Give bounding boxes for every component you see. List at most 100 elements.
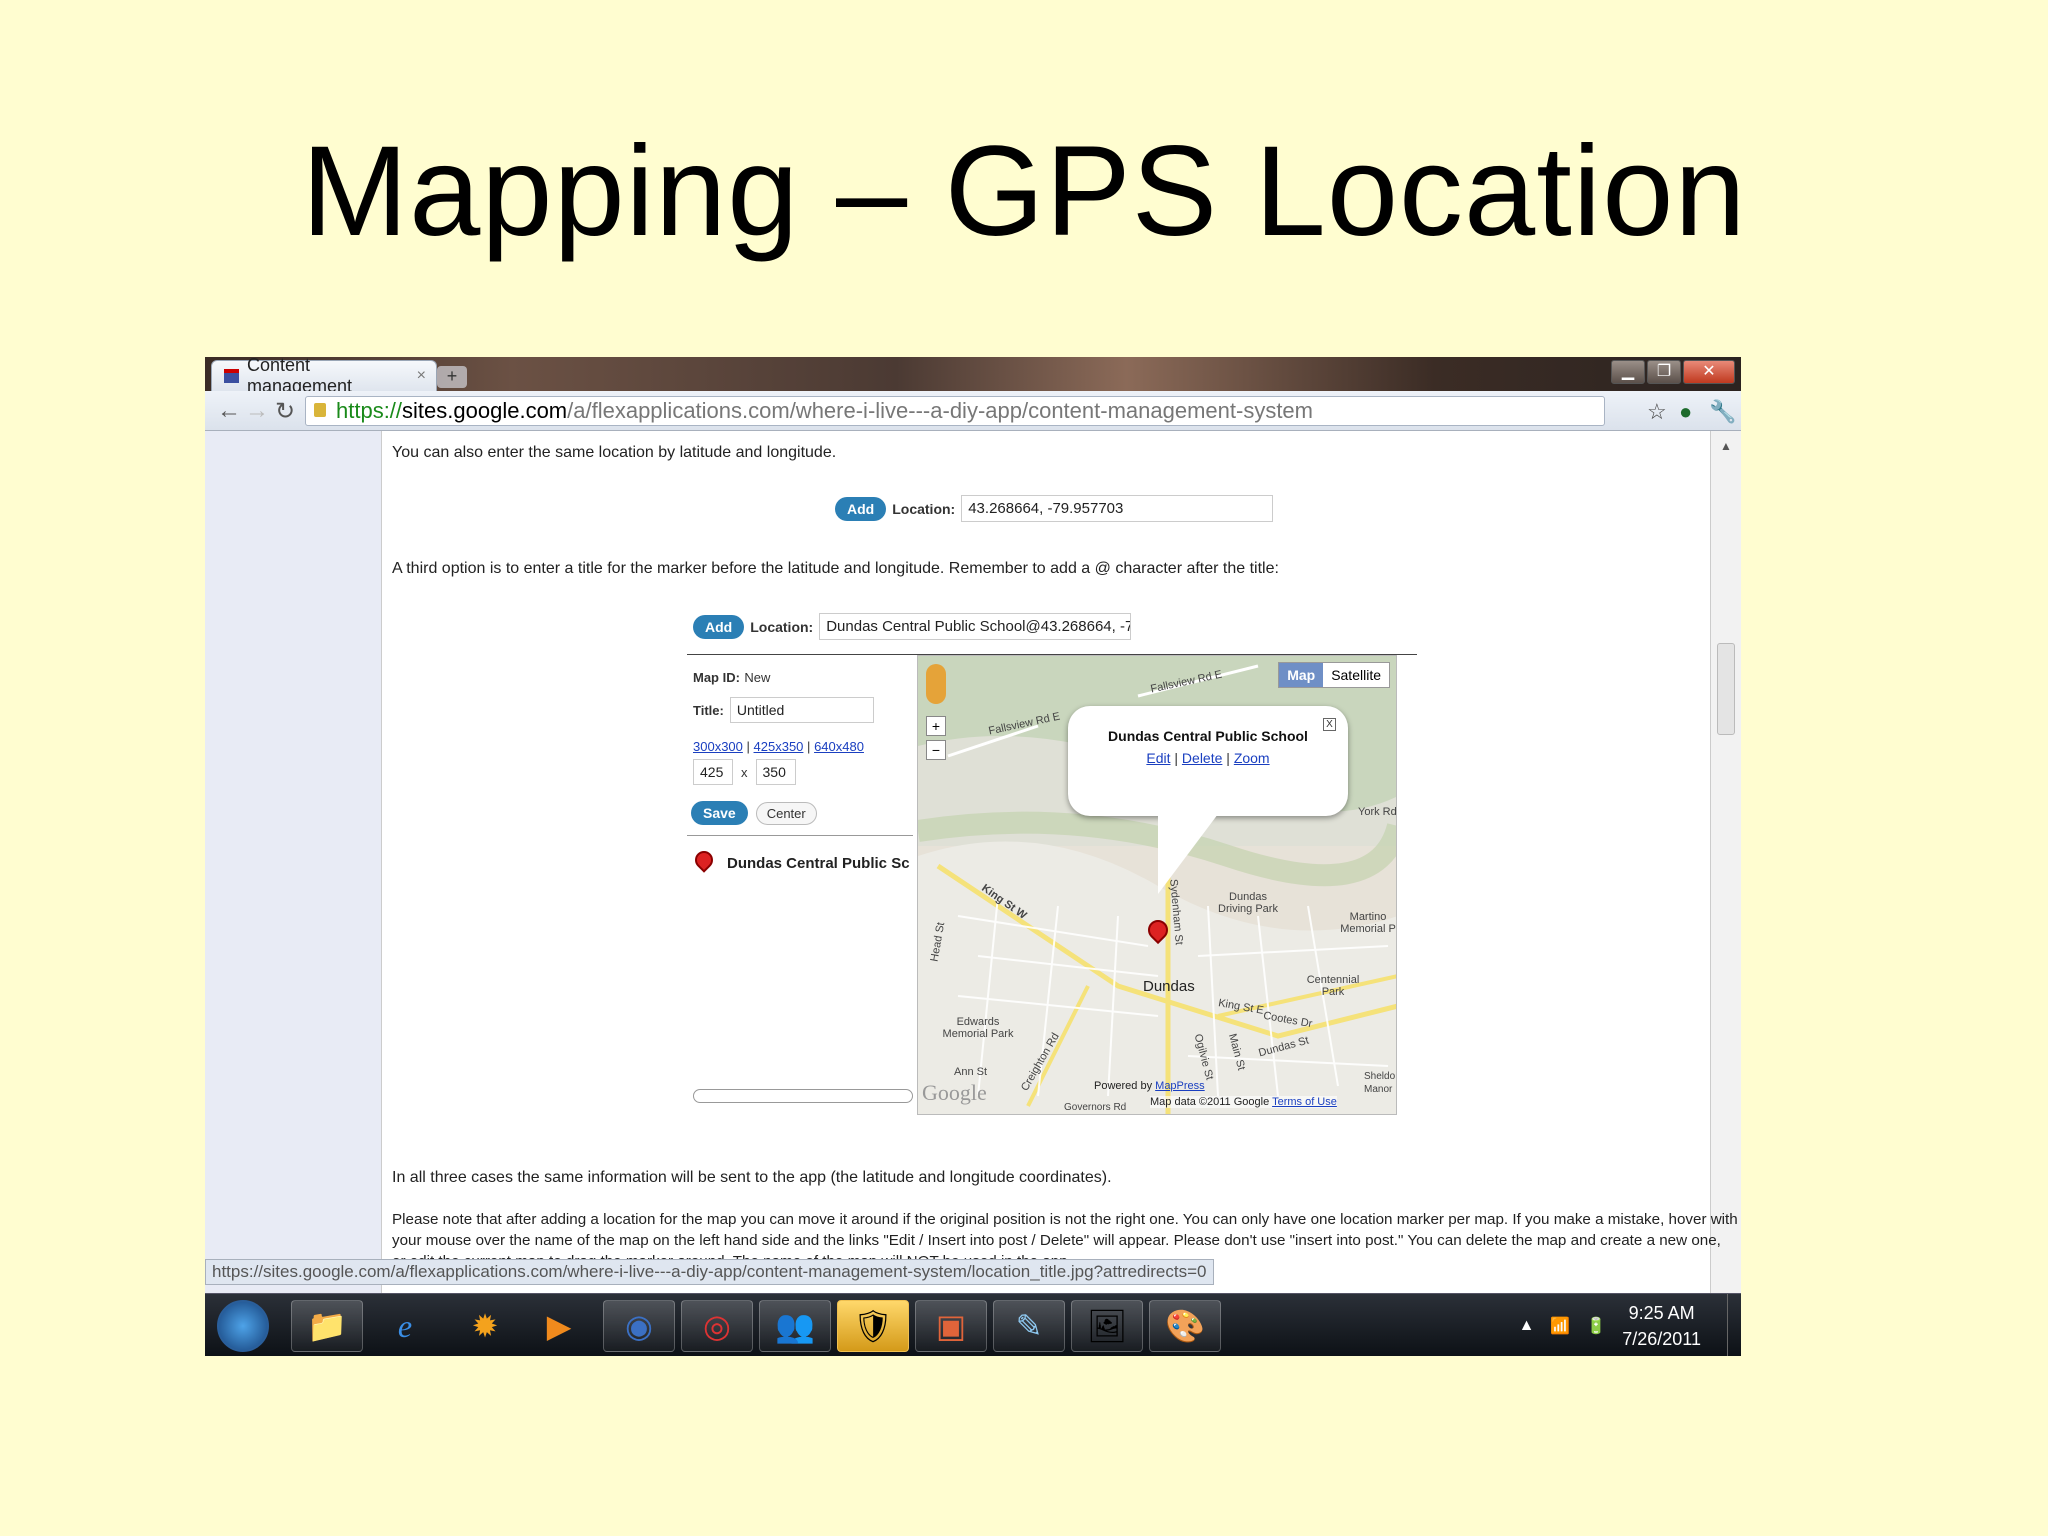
picture-viewer-icon[interactable]: 🖼	[1071, 1300, 1143, 1352]
slide-title: Mapping – GPS Location	[301, 120, 1747, 263]
separator: |	[1226, 750, 1230, 766]
map-label: Manor	[1364, 1084, 1393, 1095]
save-button[interactable]: Save	[691, 801, 748, 825]
show-desktop-button[interactable]	[1727, 1294, 1741, 1356]
tab-strip: Content management × + ▁ ❐ ✕	[205, 357, 1741, 396]
explorer-icon[interactable]: 📁	[291, 1300, 363, 1352]
marker-list-item[interactable]: Dundas Central Public Sc	[727, 855, 910, 872]
url-host: sites.google.com	[402, 398, 568, 423]
width-input[interactable]: 425	[693, 759, 733, 785]
center-button[interactable]: Center	[755, 801, 817, 825]
taskbar: 📁 e ✹ ▶ ◉ ◎ 👥 🛡 ▣ ✎ 🖼 🎨 ▲ 📶 🔋 9:25 AM 7/…	[205, 1293, 1741, 1356]
info-window-tail	[1158, 814, 1218, 894]
scroll-thumb[interactable]	[1717, 643, 1735, 735]
note-line-2: your mouse over the name of the map on t…	[392, 1232, 1721, 1249]
notes-icon[interactable]: ✎	[993, 1300, 1065, 1352]
scroll-up-icon[interactable]: ▲	[1720, 439, 1732, 453]
network-icon[interactable]: 📶	[1550, 1316, 1570, 1336]
url-scheme: https://	[336, 398, 403, 423]
address-bar[interactable]: https://sites.google.com/a/flexapplicati…	[305, 396, 1605, 426]
powered-by-text: Powered by	[1094, 1080, 1153, 1092]
power-icon[interactable]: 🔋	[1586, 1316, 1606, 1336]
size-640-link[interactable]: 640x480	[814, 739, 864, 754]
zoom-link[interactable]: Zoom	[1234, 750, 1270, 766]
info-window-links: Edit | Delete | Zoom	[1068, 750, 1348, 766]
restore-icon[interactable]: ❐	[1647, 360, 1681, 384]
map-label: Edwards Memorial Park	[942, 1016, 1014, 1040]
minimize-icon[interactable]: ▁	[1611, 360, 1645, 384]
marker-pin-icon	[695, 851, 717, 875]
intro-text: You can also enter the same location by …	[392, 444, 837, 461]
security-shield-icon[interactable]: 🛡	[837, 1300, 909, 1352]
note-line-1: Please note that after adding a location…	[392, 1211, 1738, 1228]
add-button[interactable]: Add	[693, 614, 745, 639]
wrench-icon[interactable]: 🔧	[1709, 399, 1736, 425]
map-view[interactable]: + − Map Satellite Fallsview Rd E Fallsvi…	[917, 655, 1397, 1115]
app-circle-icon[interactable]: ◉	[603, 1300, 675, 1352]
title-input[interactable]: Untitled	[729, 697, 874, 723]
location-input[interactable]: Dundas Central Public School@43.268664, …	[819, 613, 1132, 640]
zoom-in-icon[interactable]: +	[926, 716, 946, 736]
show-hidden-icons-icon[interactable]: ▲	[1519, 1317, 1535, 1335]
map-label: Martino Memorial P	[1340, 911, 1396, 935]
users-icon[interactable]: 👥	[759, 1300, 831, 1352]
editor-panel: Map ID: New Title: Untitled 300x300 | 42…	[687, 655, 917, 1115]
browser-toolbar: ← → ↻ https://sites.google.com/a/flexapp…	[205, 391, 1741, 431]
internet-explorer-icon[interactable]: e	[369, 1300, 441, 1352]
map-attribution: Map data ©2011 Google Terms of Use	[1150, 1096, 1337, 1108]
info-window-title: Dundas Central Public School	[1108, 728, 1308, 744]
map-label: Ann St	[954, 1066, 988, 1078]
street-view-icon[interactable]	[926, 664, 946, 704]
vertical-scrollbar[interactable]: ▲ ▼	[1711, 431, 1741, 1323]
back-icon[interactable]: ←	[217, 397, 241, 425]
url-path: /a/flexapplications.com/where-i-live---a…	[567, 398, 1313, 423]
forward-icon[interactable]: →	[245, 397, 269, 425]
location-input[interactable]: 43.268664, -79.957703	[961, 495, 1274, 522]
close-window-icon[interactable]: ✕	[1683, 360, 1735, 384]
info-window-close-icon[interactable]: X	[1323, 718, 1336, 731]
favicon-icon	[224, 369, 239, 383]
map-type-map[interactable]: Map	[1279, 663, 1324, 687]
times-label: x	[741, 764, 748, 780]
new-tab-button[interactable]: +	[437, 366, 467, 388]
height-input[interactable]: 350	[755, 759, 796, 785]
system-tray: ▲ 📶 🔋 9:25 AM 7/26/2011	[1519, 1300, 1701, 1352]
chrome-icon[interactable]: ◎	[681, 1300, 753, 1352]
map-type-satellite[interactable]: Satellite	[1323, 663, 1389, 687]
extension-icon[interactable]: ●	[1679, 399, 1692, 425]
separator: |	[1174, 750, 1179, 766]
map-label: York Rd	[1358, 806, 1397, 818]
map-id-label: Map ID:	[693, 670, 740, 685]
map-type-control: Map Satellite	[1278, 662, 1390, 688]
delete-link[interactable]: Delete	[1182, 750, 1222, 766]
screenshot: Content management × + ▁ ❐ ✕ ← → ↻ https…	[205, 357, 1741, 1356]
map-label: Centennial Park	[1306, 974, 1360, 998]
map-editor: Map ID: New Title: Untitled 300x300 | 42…	[687, 654, 1417, 1115]
clock[interactable]: 9:25 AM 7/26/2011	[1622, 1300, 1701, 1352]
attribution-text: Map data ©2011 Google	[1150, 1096, 1270, 1108]
powerpoint-icon[interactable]: ▣	[915, 1300, 987, 1352]
paint-icon[interactable]: 🎨	[1149, 1300, 1221, 1352]
mappress-link[interactable]: MapPress	[1155, 1080, 1205, 1092]
zoom-out-icon[interactable]: −	[926, 740, 946, 760]
terms-link[interactable]: Terms of Use	[1272, 1096, 1337, 1108]
title-label: Title:	[693, 702, 724, 718]
horizontal-scrollbar[interactable]	[693, 1089, 913, 1103]
size-300-link[interactable]: 300x300	[693, 739, 743, 754]
tab-close-icon[interactable]: ×	[417, 367, 426, 385]
edit-link[interactable]: Edit	[1146, 750, 1170, 766]
map-id-value: New	[744, 670, 771, 685]
separator: |	[746, 739, 750, 754]
star-icon[interactable]: ☆	[1647, 399, 1667, 425]
map-label: Dundas	[1143, 978, 1195, 995]
reload-icon[interactable]: ↻	[275, 397, 295, 426]
size-425-link[interactable]: 425x350	[754, 739, 804, 754]
location-label: Location:	[750, 618, 814, 635]
add-button[interactable]: Add	[835, 496, 887, 521]
sun-app-icon[interactable]: ✹	[449, 1300, 521, 1352]
browser-tab[interactable]: Content management ×	[211, 357, 437, 396]
start-button-icon[interactable]	[217, 1300, 269, 1352]
media-player-icon[interactable]: ▶	[523, 1300, 595, 1352]
all-cases-text: In all three cases the same information …	[392, 1169, 1112, 1186]
map-label: Sheldo	[1364, 1071, 1396, 1082]
